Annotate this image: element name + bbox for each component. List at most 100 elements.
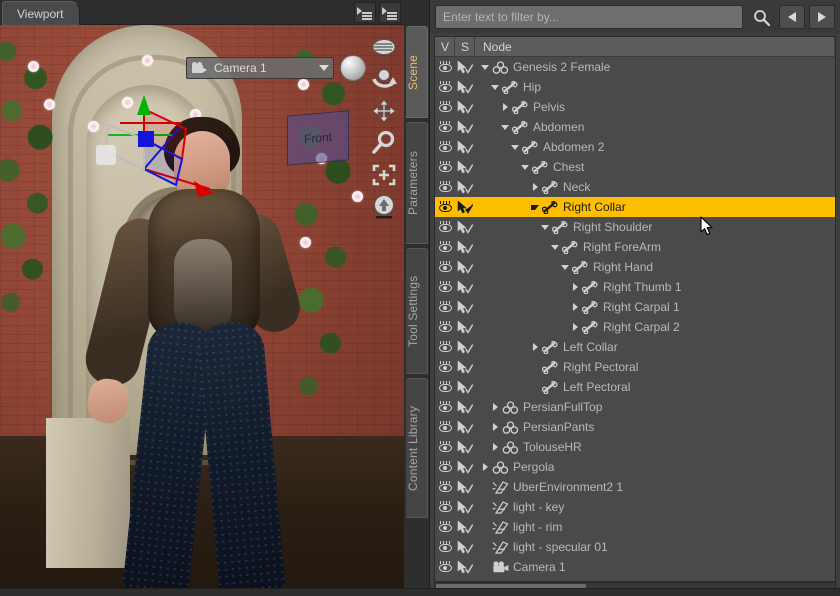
selectable-toggle[interactable]	[455, 299, 475, 314]
scene-tree-row[interactable]: Right Thumb 1	[435, 277, 835, 297]
visibility-eye-icon[interactable]	[438, 80, 453, 93]
visibility-toggle[interactable]	[435, 380, 455, 393]
tab-content-library[interactable]: Content Library	[406, 378, 428, 518]
chevron-right-icon[interactable]	[479, 463, 491, 471]
chevron-right-icon[interactable]	[489, 443, 501, 451]
selectable-arrow-icon[interactable]	[457, 379, 474, 394]
selectable-toggle[interactable]	[455, 319, 475, 334]
visibility-toggle[interactable]	[435, 180, 455, 193]
chevron-down-icon[interactable]	[509, 144, 521, 150]
node-cell[interactable]: PersianFullTop	[475, 400, 835, 414]
selectable-arrow-icon[interactable]	[457, 239, 474, 254]
visibility-eye-icon[interactable]	[438, 140, 453, 153]
visibility-eye-icon[interactable]	[438, 160, 453, 173]
visibility-eye-icon[interactable]	[438, 280, 453, 293]
visibility-toggle[interactable]	[435, 120, 455, 133]
selectable-toggle[interactable]	[455, 479, 475, 494]
node-cell[interactable]: Left Pectoral	[475, 380, 835, 394]
selectable-toggle[interactable]	[455, 419, 475, 434]
selectable-toggle[interactable]	[455, 219, 475, 234]
scene-tree-row[interactable]: Chest	[435, 157, 835, 177]
visibility-toggle[interactable]	[435, 360, 455, 373]
node-cell[interactable]: Camera 1	[475, 560, 835, 574]
scene-tree-row[interactable]: Abdomen 2	[435, 137, 835, 157]
scene-tree-row[interactable]: Abdomen	[435, 117, 835, 137]
scene-tree[interactable]: V S Node Genesis 2 Female Hip Pelvis Abdome…	[434, 36, 836, 582]
scene-tree-row[interactable]: Right Pectoral	[435, 357, 835, 377]
visibility-toggle[interactable]	[435, 340, 455, 353]
tab-tool-settings[interactable]: Tool Settings	[406, 248, 428, 374]
selectable-toggle[interactable]	[455, 379, 475, 394]
selectable-arrow-icon[interactable]	[457, 439, 474, 454]
view-orientation-cube[interactable]: Front	[287, 110, 349, 166]
node-cell[interactable]: Right Shoulder	[475, 220, 835, 234]
selectable-toggle[interactable]	[455, 99, 475, 114]
visibility-toggle[interactable]	[435, 480, 455, 493]
node-cell[interactable]: light - key	[475, 500, 835, 514]
node-cell[interactable]: Abdomen	[475, 120, 835, 134]
selectable-arrow-icon[interactable]	[457, 459, 474, 474]
zoom-icon[interactable]	[370, 129, 398, 157]
chevron-down-icon[interactable]	[489, 84, 501, 90]
selectable-arrow-icon[interactable]	[457, 199, 474, 214]
selectable-arrow-icon[interactable]	[457, 499, 474, 514]
visibility-eye-icon[interactable]	[438, 200, 453, 213]
chevron-right-icon[interactable]	[569, 303, 581, 311]
scene-tree-row[interactable]: PersianFullTop	[435, 397, 835, 417]
selectable-toggle[interactable]	[455, 179, 475, 194]
chevron-right-icon[interactable]	[489, 423, 501, 431]
visibility-toggle[interactable]	[435, 540, 455, 553]
node-cell[interactable]: Pergola	[475, 460, 835, 474]
scene-tree-row[interactable]: Pergola	[435, 457, 835, 477]
chevron-right-icon[interactable]	[529, 343, 541, 351]
visibility-eye-icon[interactable]	[438, 120, 453, 133]
selectable-toggle[interactable]	[455, 139, 475, 154]
chevron-down-icon[interactable]	[479, 64, 491, 70]
selectable-toggle[interactable]	[455, 339, 475, 354]
view-orientation-ball[interactable]	[340, 55, 366, 81]
selectable-arrow-icon[interactable]	[457, 139, 474, 154]
selectable-arrow-icon[interactable]	[457, 419, 474, 434]
visibility-toggle[interactable]	[435, 140, 455, 153]
selectable-arrow-icon[interactable]	[457, 279, 474, 294]
chevron-right-icon[interactable]	[569, 283, 581, 291]
selectable-toggle[interactable]	[455, 439, 475, 454]
selectable-arrow-icon[interactable]	[457, 319, 474, 334]
selectable-toggle[interactable]	[455, 79, 475, 94]
node-cell[interactable]: Abdomen 2	[475, 140, 835, 154]
visibility-toggle[interactable]	[435, 60, 455, 73]
scene-tree-row[interactable]: TolouseHR	[435, 437, 835, 457]
frame-icon[interactable]	[370, 161, 398, 189]
scene-tree-row[interactable]: Left Collar	[435, 337, 835, 357]
visibility-toggle[interactable]	[435, 260, 455, 273]
selectable-arrow-icon[interactable]	[457, 299, 474, 314]
view-mode-icon[interactable]	[370, 33, 398, 61]
filter-next-button[interactable]	[809, 5, 835, 29]
visibility-eye-icon[interactable]	[438, 300, 453, 313]
visibility-toggle[interactable]	[435, 320, 455, 333]
visibility-toggle[interactable]	[435, 560, 455, 573]
transform-gizmo[interactable]	[86, 73, 216, 203]
visibility-eye-icon[interactable]	[438, 460, 453, 473]
scene-tree-row[interactable]: Right Shoulder	[435, 217, 835, 237]
scene-tree-row[interactable]: light - key	[435, 497, 835, 517]
visibility-toggle[interactable]	[435, 80, 455, 93]
tab-viewport[interactable]: Viewport	[2, 1, 81, 25]
chevron-down-icon[interactable]	[539, 224, 551, 230]
visibility-eye-icon[interactable]	[438, 560, 453, 573]
tab-parameters[interactable]: Parameters	[406, 122, 428, 244]
node-cell[interactable]: Genesis 2 Female	[475, 60, 835, 74]
selectable-toggle[interactable]	[455, 519, 475, 534]
column-header-visibility[interactable]: V	[435, 37, 455, 57]
selectable-toggle[interactable]	[455, 359, 475, 374]
tab-scene[interactable]: Scene	[406, 26, 428, 118]
visibility-toggle[interactable]	[435, 160, 455, 173]
filter-prev-button[interactable]	[779, 5, 805, 29]
column-header-node[interactable]: Node	[475, 37, 835, 57]
visibility-toggle[interactable]	[435, 300, 455, 313]
visibility-eye-icon[interactable]	[438, 540, 453, 553]
visibility-eye-icon[interactable]	[438, 480, 453, 493]
scene-tree-row[interactable]: Right ForeArm	[435, 237, 835, 257]
chevron-down-icon[interactable]	[319, 65, 329, 71]
visibility-eye-icon[interactable]	[438, 440, 453, 453]
